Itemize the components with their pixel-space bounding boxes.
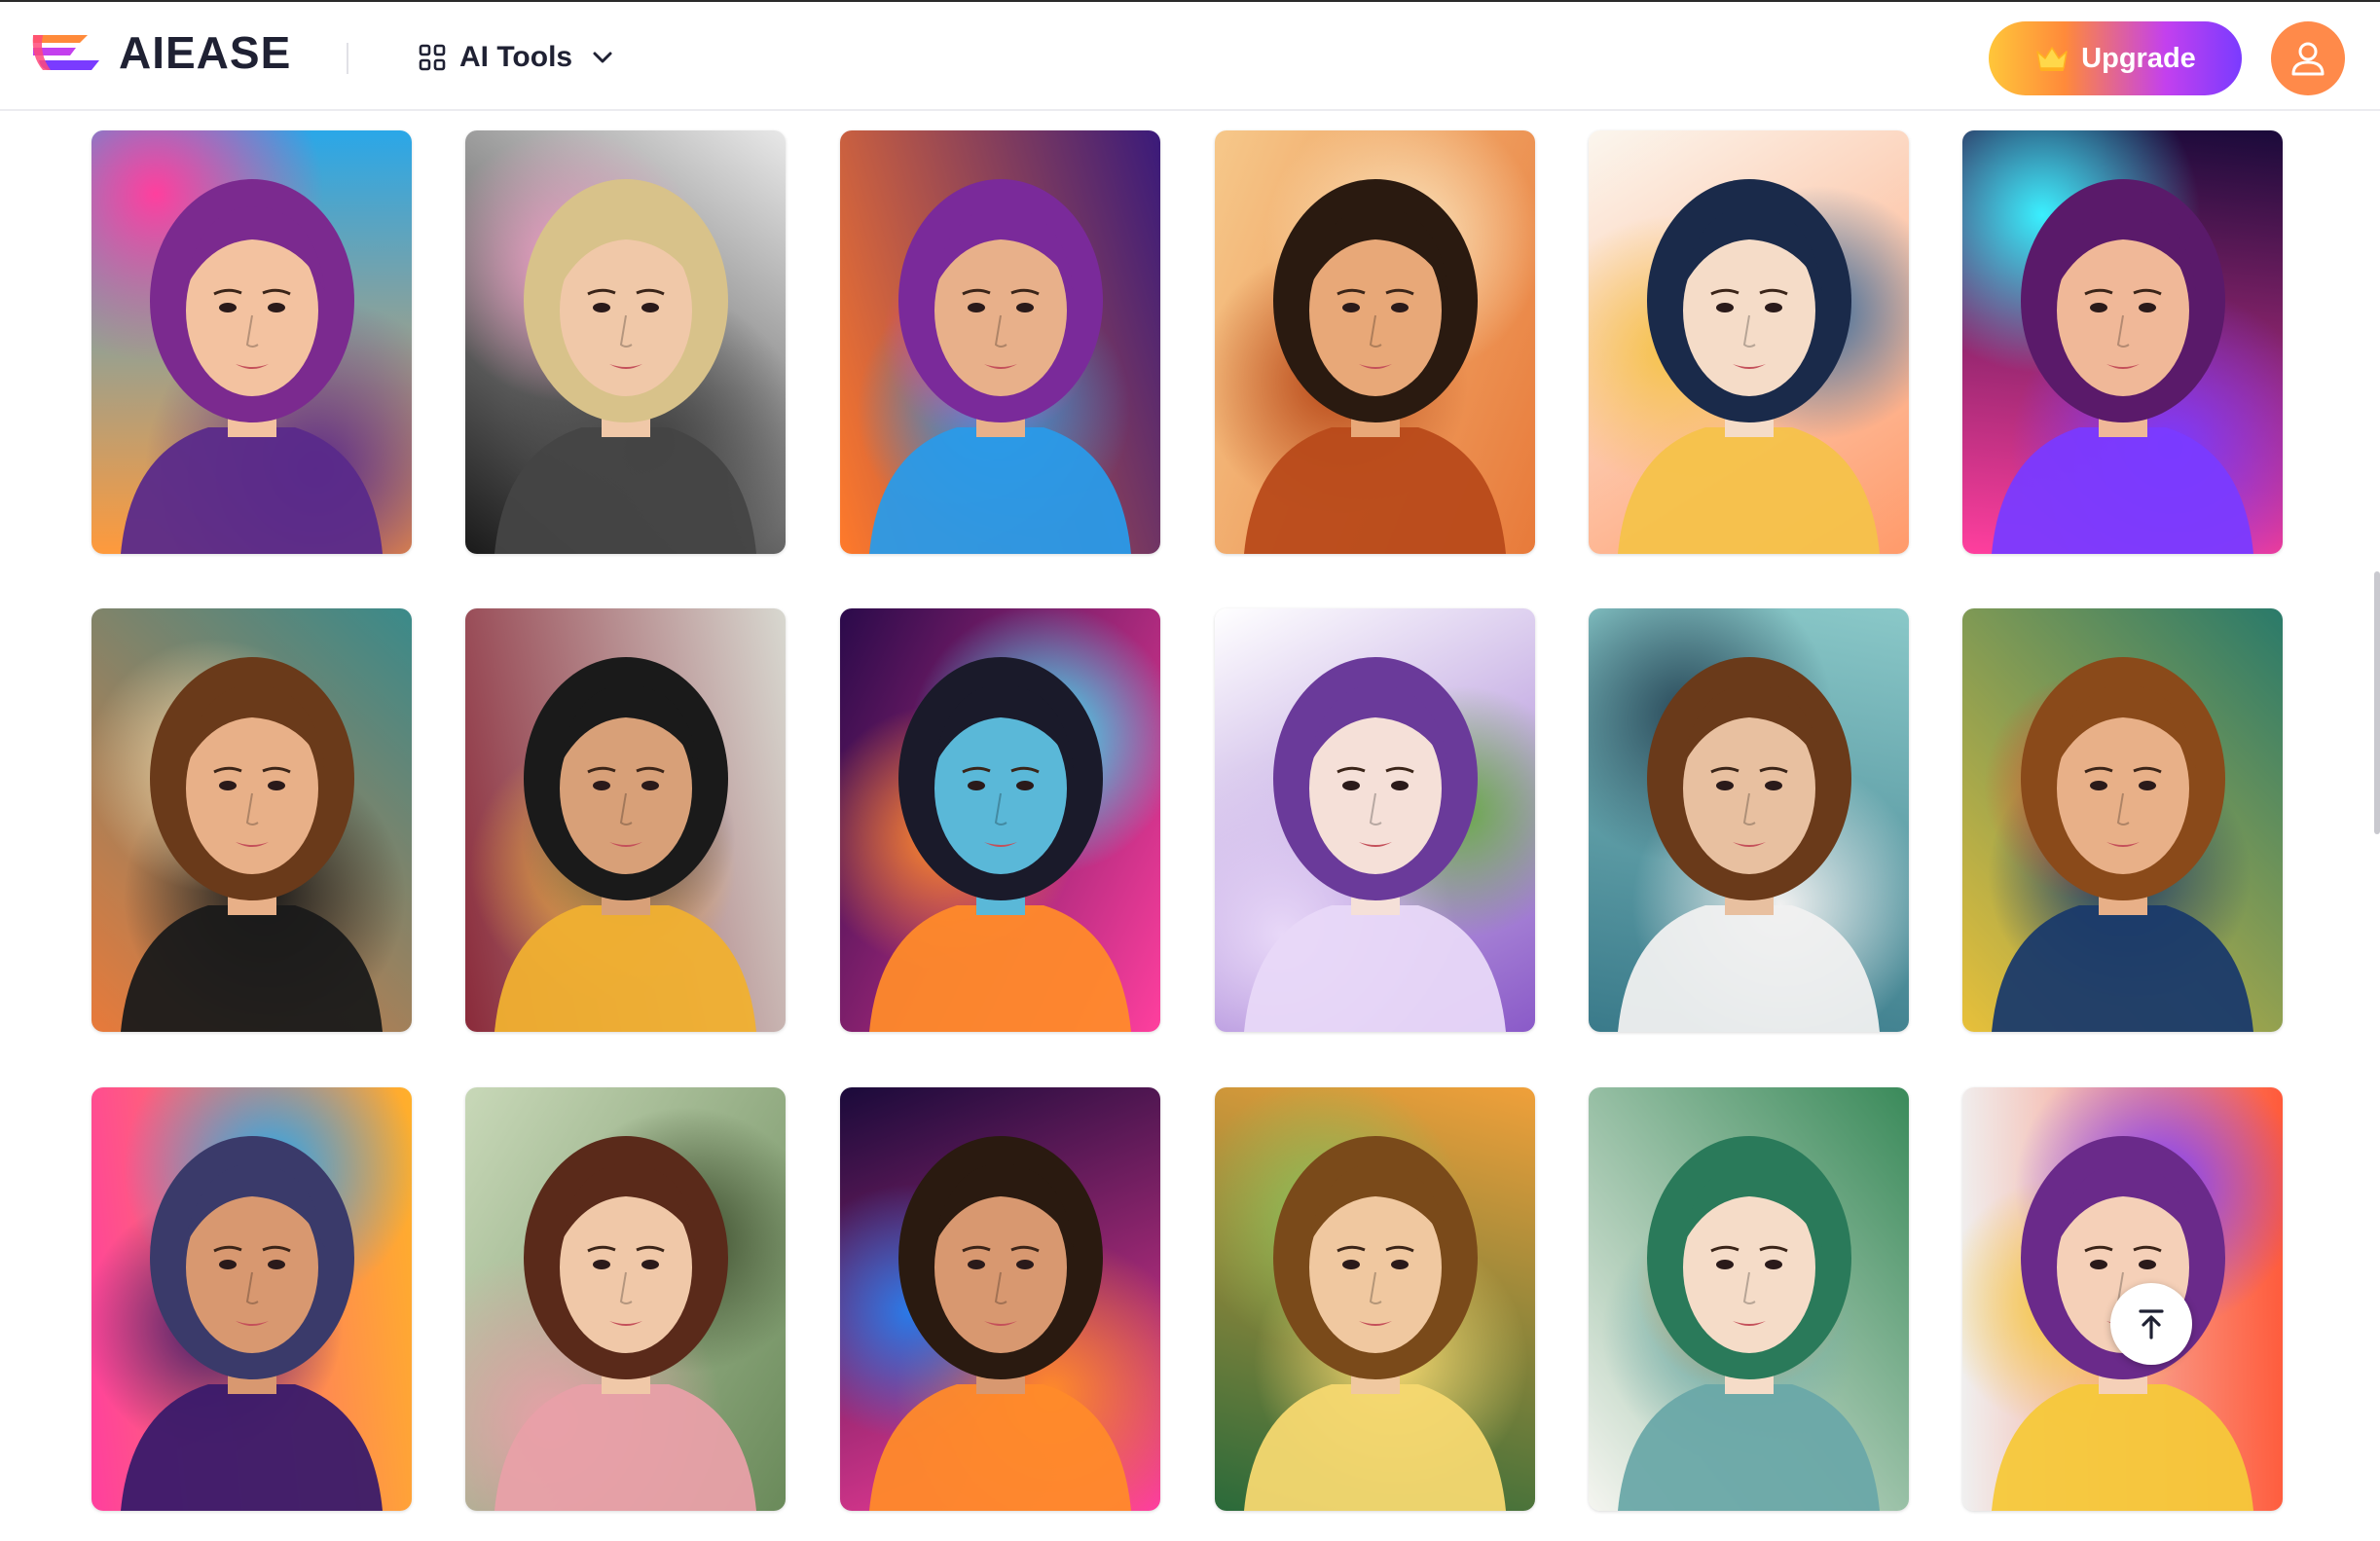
style-card[interactable] (1215, 608, 1535, 1032)
style-card[interactable] (1215, 130, 1535, 554)
portrait-image (869, 179, 1131, 554)
user-icon (2291, 42, 2325, 76)
portrait-image (1618, 657, 1880, 1032)
portrait-image (1244, 179, 1506, 554)
header-divider (347, 43, 348, 74)
style-card[interactable] (840, 1087, 1160, 1511)
style-card[interactable] (840, 130, 1160, 554)
style-card[interactable] (465, 130, 786, 554)
back-to-top-button[interactable] (2110, 1283, 2192, 1365)
style-card[interactable] (465, 1087, 786, 1511)
ai-tools-label: AI Tools (459, 41, 573, 73)
portrait-image (494, 1136, 756, 1511)
portrait-image (1618, 179, 1880, 554)
style-card[interactable] (1589, 608, 1909, 1032)
brand-name: AIEASE (119, 27, 292, 78)
portrait-image (121, 1136, 383, 1511)
app-frame: AIEASE AI Tools Upgrade (0, 0, 2380, 1541)
portrait-image (1618, 1136, 1880, 1511)
style-card[interactable] (1962, 130, 2283, 554)
portrait-image (494, 179, 756, 554)
account-avatar[interactable] (2271, 21, 2345, 95)
portrait-image (494, 657, 756, 1032)
style-card[interactable] (92, 130, 412, 554)
style-card[interactable] (465, 608, 786, 1032)
style-card[interactable] (840, 608, 1160, 1032)
scrollbar-thumb[interactable] (2374, 571, 2380, 834)
portrait-image (1992, 657, 2253, 1032)
style-gallery (0, 111, 2372, 1541)
portrait-image (1244, 1136, 1506, 1511)
portrait-image (121, 657, 383, 1032)
style-card[interactable] (1589, 130, 1909, 554)
ai-tools-menu[interactable]: AI Tools (419, 33, 615, 82)
portrait-image (869, 1136, 1131, 1511)
style-card[interactable] (1962, 608, 2283, 1032)
logo-mark-icon (32, 35, 99, 70)
portrait-image (1992, 179, 2253, 554)
portrait-image (869, 657, 1131, 1032)
grid-icon (419, 44, 446, 71)
style-card[interactable] (1589, 1087, 1909, 1511)
crown-icon (2036, 47, 2068, 71)
style-card[interactable] (1215, 1087, 1535, 1511)
upgrade-label: Upgrade (2081, 42, 2196, 74)
portrait-image (121, 179, 383, 554)
arrow-up-to-line-icon (2139, 1309, 2164, 1339)
style-card[interactable] (92, 608, 412, 1032)
portrait-image (1244, 657, 1506, 1032)
style-card[interactable] (92, 1087, 412, 1511)
brand-logo[interactable]: AIEASE (29, 25, 291, 80)
upgrade-button[interactable]: Upgrade (1989, 21, 2242, 95)
top-nav: AIEASE AI Tools Upgrade (0, 4, 2380, 111)
chevron-down-icon (593, 52, 612, 63)
